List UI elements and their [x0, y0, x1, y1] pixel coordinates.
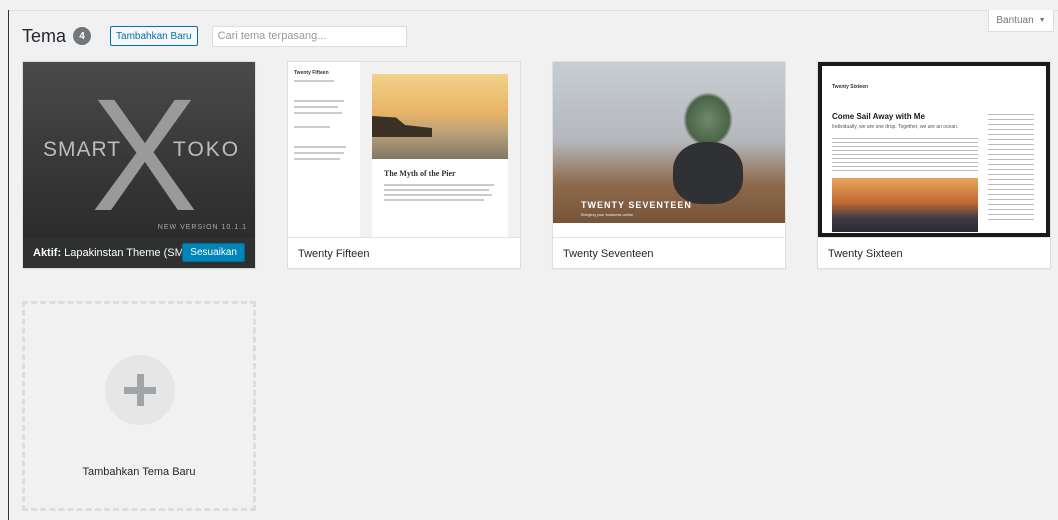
screenshot-tagline: Bringing your business online — [581, 212, 634, 217]
screenshot-plant-leaves — [683, 92, 733, 147]
screenshot-text-line — [384, 199, 484, 201]
screenshot-text-line — [294, 152, 344, 154]
customize-button[interactable]: Sesuaikan — [182, 243, 245, 262]
smart-toko-logo-right: TOKO — [173, 138, 241, 161]
theme-name: Twenty Fifteen — [298, 247, 370, 260]
theme-name-bar: Twenty Fifteen — [288, 237, 520, 268]
screenshot-subtitle: Individually, we are one drop. Together,… — [832, 124, 959, 130]
help-label: Bantuan — [996, 15, 1034, 26]
screenshot-sunset-image — [832, 178, 978, 232]
frame-top-border — [8, 10, 1058, 11]
screenshot-text-line — [294, 158, 340, 160]
screenshot-main: The Myth of the Pier — [372, 74, 508, 237]
screenshot-nav-bar — [553, 223, 785, 237]
screenshot-text-line — [384, 184, 494, 186]
screenshot-post-title: Come Sail Away with Me — [832, 112, 925, 121]
plus-icon — [105, 355, 175, 425]
search-themes-input[interactable] — [211, 25, 407, 47]
add-new-button[interactable]: Tambahkan Baru — [110, 26, 198, 46]
theme-name: Twenty Sixteen — [828, 247, 903, 260]
screenshot-text-line — [384, 189, 489, 191]
theme-card-twenty-sixteen[interactable]: Twenty Sixteen Come Sail Away with Me In… — [817, 61, 1051, 269]
screenshot-text-block — [832, 138, 978, 174]
screenshot-post-title: The Myth of the Pier — [384, 169, 456, 178]
theme-name-bar: Twenty Sixteen — [818, 237, 1050, 268]
screenshot-plant-pot — [673, 142, 743, 204]
theme-screenshot[interactable]: Twenty Fifteen The Myth of the Pier — [288, 62, 520, 237]
screenshot-text-line — [294, 80, 334, 82]
themes-header: Tema 4 Tambahkan Baru — [22, 25, 407, 47]
theme-screenshot[interactable]: Twenty Sixteen Come Sail Away with Me In… — [818, 62, 1050, 237]
screenshot-site-title: Twenty Sixteen — [832, 84, 869, 90]
help-tab-button[interactable]: Bantuan ▼ — [988, 10, 1054, 32]
theme-screenshot[interactable]: X SMART TOKO NEW VERSION 10.1.1 — [23, 62, 255, 237]
theme-card-twenty-seventeen[interactable]: TWENTY SEVENTEEN Bringing your business … — [552, 61, 786, 269]
add-new-theme-card[interactable]: Tambahkan Tema Baru — [22, 301, 256, 511]
plus-icon-vertical — [136, 374, 144, 406]
screenshot-text-line — [294, 112, 342, 114]
add-new-theme-label: Tambahkan Tema Baru — [82, 466, 196, 478]
screenshot-pier-silhouette — [372, 116, 432, 137]
screenshot-brand: TWENTY SEVENTEEN — [581, 200, 692, 210]
theme-name: Lapakinstan Theme (SMT... — [64, 247, 199, 259]
active-label: Aktif: — [33, 247, 62, 259]
theme-version-label: NEW VERSION 10.1.1 — [157, 224, 247, 231]
caret-down-icon: ▼ — [1038, 17, 1046, 24]
screenshot-text-line — [294, 106, 338, 108]
screenshot-text-line — [294, 100, 344, 102]
theme-screenshot[interactable]: TWENTY SEVENTEEN Bringing your business … — [553, 62, 785, 237]
screenshot-pier-image — [372, 74, 508, 159]
screenshot-text-line — [294, 126, 330, 128]
theme-name: Twenty Seventeen — [563, 247, 654, 260]
screenshot-text-line — [384, 194, 492, 196]
screenshot-site-title: Twenty Fifteen — [294, 70, 329, 76]
screenshot-page: Twenty Sixteen Come Sail Away with Me In… — [822, 66, 1046, 233]
page-title: Tema — [22, 25, 67, 46]
screenshot-text-line — [294, 146, 346, 148]
theme-name-bar: Twenty Seventeen — [553, 237, 785, 268]
smart-toko-logo-left: SMART — [43, 138, 122, 161]
screenshot-sidebar: Twenty Fifteen — [288, 62, 360, 237]
screenshot-widget-area — [988, 114, 1034, 224]
theme-card-smart-toko[interactable]: X SMART TOKO NEW VERSION 10.1.1 Aktif: L… — [22, 61, 256, 269]
theme-count-badge: 4 — [73, 27, 92, 45]
theme-card-twenty-fifteen[interactable]: Twenty Fifteen The Myth of the Pier Twen… — [287, 61, 521, 269]
theme-name-bar: Aktif: Lapakinstan Theme (SMT... Sesuaik… — [23, 237, 255, 268]
frame-left-border — [8, 10, 9, 520]
